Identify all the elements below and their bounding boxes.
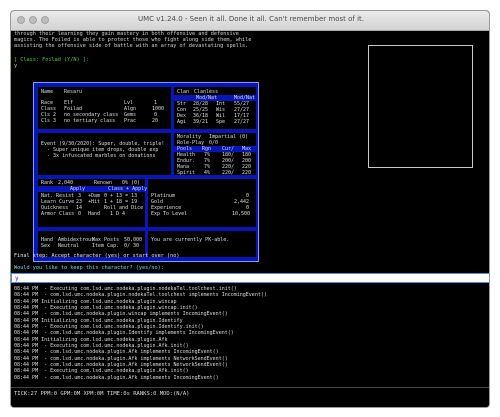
- final-step-line: Final step: Accept character (yes) or st…: [14, 253, 180, 259]
- app-window: UMC v1.24.0 - Seen it all. Done it all. …: [10, 10, 490, 408]
- status-text: TICK:27 PPM:0 GPM:0M XPM:0M TIME:0s RANK…: [14, 391, 190, 397]
- event-box: Event (9/30/2020): Super, double, triple…: [38, 133, 171, 175]
- character-sheet: Name Resaru Race Elf Class Foilad Cls 2 …: [33, 82, 259, 262]
- class-answer: y: [14, 63, 18, 69]
- class-prompt: [ Class: Foilad (Y/N) ]:: [14, 57, 89, 63]
- log-line: 08:44 PM - com.lsd.umc.nodeka.plugin.Ide…: [14, 330, 234, 336]
- rank-apply-box: Rank 2,040 Renown 0% (0) Apply Class + A…: [38, 179, 147, 227]
- command-input[interactable]: y: [11, 273, 489, 283]
- log-line: 08:44 PM - Executing com.lsd.umc.nodeka.…: [14, 368, 189, 374]
- window-title: UMC v1.24.0 - Seen it all. Done it all. …: [137, 15, 365, 23]
- map-panel: [368, 45, 473, 168]
- identity-box: Name Resaru Race Elf Class Foilad Cls 2 …: [38, 87, 171, 129]
- status-bar: TICK:27 PPM:0 GPM:0M XPM:0M TIME:0s RANK…: [11, 387, 489, 407]
- log-line: 08:44 PM - com.lsd.umc.nodeka.plugin.Afk…: [14, 375, 219, 381]
- character-name: Resaru: [64, 89, 83, 95]
- game-output[interactable]: through their learning they gain mastery…: [11, 31, 489, 273]
- log-line: 08:44 PM - com.lsd.umc.nodeka.plugin.win…: [14, 311, 228, 317]
- pk-status: You are currently PK-able.: [151, 237, 230, 243]
- pools-box: Morality Impartial (0) Role-Play 0/0 Poo…: [174, 133, 256, 176]
- log-line: 08:44 PM - com.lsd.umc.nodeka.plugin.nod…: [14, 292, 267, 298]
- title-bar[interactable]: UMC v1.24.0 - Seen it all. Done it all. …: [11, 11, 489, 31]
- stats-box: Clan Clanless Mod/Nat Mod/Nat Str 28/28 …: [174, 87, 256, 129]
- wealth-box: Platinum 0 Gold 2,442 Experience 0 Exp T…: [148, 179, 256, 227]
- log-line: 08:44 PM - com.lsd.umc.nodeka.plugin.Afk…: [14, 349, 219, 355]
- plugin-log[interactable]: 08:44 PM - Executing com.lsd.umc.nodeka.…: [11, 285, 489, 387]
- keep-character-prompt: Would you like to keep this character? (…: [14, 265, 164, 271]
- command-input-value[interactable]: y: [15, 275, 19, 282]
- intro-line: assisting the offensive side of battle w…: [14, 43, 249, 49]
